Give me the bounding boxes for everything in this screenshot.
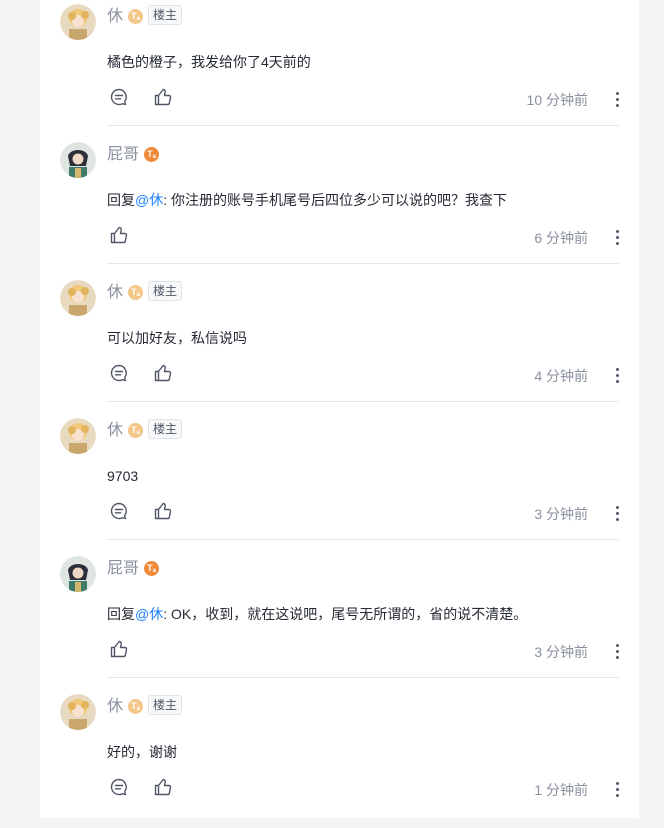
- more-icon[interactable]: [613, 641, 621, 661]
- comment-icon[interactable]: [109, 777, 129, 797]
- more-icon[interactable]: [613, 227, 621, 247]
- user-level-badge-icon: Ta: [128, 285, 143, 300]
- author-name[interactable]: 休: [107, 283, 123, 303]
- divider: [107, 263, 619, 264]
- comment-text: 好的，谢谢: [107, 742, 177, 762]
- author-name[interactable]: 休: [107, 421, 123, 441]
- level-badge-sub: a: [152, 154, 156, 160]
- comment-item: 屁哥 Ta 回复@休: 你注册的账号手机尾号后四位多少可以说的吧？我查下 6 分…: [40, 138, 639, 276]
- user-level-badge-icon: Ta: [128, 9, 143, 24]
- like-icon[interactable]: [109, 225, 129, 245]
- avatar[interactable]: [60, 694, 96, 730]
- user-level-badge-icon: Ta: [128, 423, 143, 438]
- comment-body: : OK，收到，就在这说吧，尾号无所谓的，省的说不清楚。: [163, 606, 528, 622]
- comment-item: 休 Ta 楼主 好的，谢谢 1 分钟前: [40, 690, 639, 828]
- comment-body: 9703: [107, 468, 139, 484]
- author-tag: 楼主: [148, 695, 183, 715]
- author-name[interactable]: 屁哥: [107, 145, 139, 165]
- comment-time: 1 分钟前: [534, 782, 588, 798]
- user-level-badge-icon: Ta: [144, 147, 159, 162]
- comment-body: : 你注册的账号手机尾号后四位多少可以说的吧？我查下: [163, 192, 507, 208]
- avatar[interactable]: [60, 418, 96, 454]
- user-level-badge-icon: Ta: [128, 699, 143, 714]
- comment-text: 9703: [107, 466, 138, 486]
- user-level-badge-icon: Ta: [144, 561, 159, 576]
- divider: [107, 539, 619, 540]
- level-badge-sub: a: [136, 706, 140, 712]
- level-badge-sub: a: [136, 430, 140, 436]
- level-badge-sub: a: [136, 292, 140, 298]
- like-icon[interactable]: [153, 501, 173, 521]
- comment-icon[interactable]: [109, 363, 129, 383]
- comment-item: 休 Ta 楼主 9703 3 分钟前: [40, 414, 639, 552]
- divider: [107, 677, 619, 678]
- comment-panel: 休 Ta 楼主 橘色的橙子，我发给你了4天前的 10 分钟前 屁哥 Ta 回复@…: [40, 0, 639, 818]
- comment-time: 10 分钟前: [526, 92, 588, 108]
- comment-item: 休 Ta 楼主 橘色的橙子，我发给你了4天前的 10 分钟前: [40, 0, 639, 138]
- avatar[interactable]: [60, 280, 96, 316]
- author-name[interactable]: 休: [107, 7, 123, 27]
- like-icon[interactable]: [109, 639, 129, 659]
- comment-icon[interactable]: [109, 501, 129, 521]
- avatar[interactable]: [60, 4, 96, 40]
- comment-body: 橘色的橙子，我发给你了4天前的: [107, 54, 311, 70]
- more-icon[interactable]: [613, 89, 621, 109]
- like-icon[interactable]: [153, 87, 173, 107]
- like-icon[interactable]: [153, 777, 173, 797]
- comment-text: 可以加好友，私信说吗: [107, 328, 247, 348]
- comment-text: 回复@休: 你注册的账号手机尾号后四位多少可以说的吧？我查下: [107, 190, 507, 210]
- level-badge-sub: a: [136, 16, 140, 22]
- author-name[interactable]: 休: [107, 697, 123, 717]
- comment-body: 好的，谢谢: [107, 744, 177, 760]
- divider: [107, 125, 619, 126]
- reply-prefix: 回复: [107, 192, 135, 208]
- author-tag: 楼主: [148, 5, 183, 25]
- more-icon[interactable]: [613, 365, 621, 385]
- comment-item: 休 Ta 楼主 可以加好友，私信说吗 4 分钟前: [40, 276, 639, 414]
- comment-time: 4 分钟前: [534, 368, 588, 384]
- reply-prefix: 回复: [107, 606, 135, 622]
- comment-time: 3 分钟前: [534, 644, 588, 660]
- avatar[interactable]: [60, 556, 96, 592]
- author-tag: 楼主: [148, 281, 183, 301]
- avatar[interactable]: [60, 142, 96, 178]
- comment-body: 可以加好友，私信说吗: [107, 330, 247, 346]
- mention-link[interactable]: @休: [135, 192, 163, 208]
- author-name[interactable]: 屁哥: [107, 559, 139, 579]
- mention-link[interactable]: @休: [135, 606, 163, 622]
- comment-item: 屁哥 Ta 回复@休: OK，收到，就在这说吧，尾号无所谓的，省的说不清楚。 3…: [40, 552, 639, 690]
- level-badge-sub: a: [152, 568, 156, 574]
- comment-icon[interactable]: [109, 87, 129, 107]
- like-icon[interactable]: [153, 363, 173, 383]
- comment-time: 3 分钟前: [534, 506, 588, 522]
- comment-time: 6 分钟前: [534, 230, 588, 246]
- comment-text: 回复@休: OK，收到，就在这说吧，尾号无所谓的，省的说不清楚。: [107, 604, 527, 624]
- more-icon[interactable]: [613, 779, 621, 799]
- author-tag: 楼主: [148, 419, 183, 439]
- comment-text: 橘色的橙子，我发给你了4天前的: [107, 52, 311, 72]
- more-icon[interactable]: [613, 503, 621, 523]
- divider: [107, 401, 619, 402]
